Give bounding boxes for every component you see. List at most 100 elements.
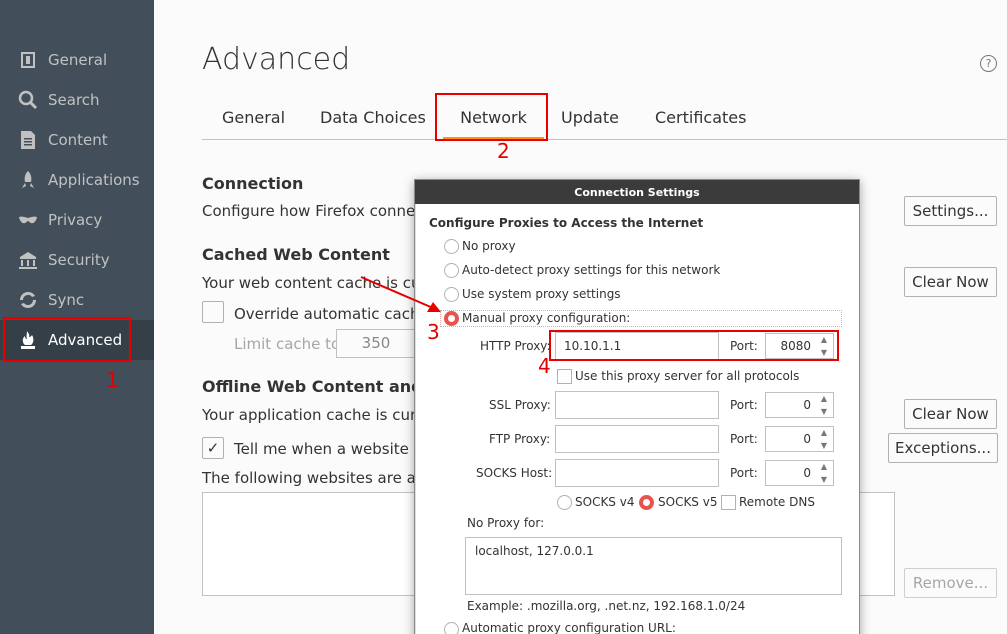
tab-bar: General Data Choices Network Update Cert…	[202, 96, 1007, 140]
ssl-port-label: Port:	[730, 398, 758, 412]
socks-port-value: 0	[803, 466, 811, 480]
connection-description: Configure how Firefox connect	[202, 202, 430, 220]
content-icon	[17, 129, 39, 151]
dialog-title: Connection Settings	[415, 180, 859, 204]
sidebar-item-sync[interactable]: Sync	[0, 280, 154, 320]
cache-heading: Cached Web Content	[202, 245, 390, 264]
ssl-port-input[interactable]: 0 ▲ ▼	[765, 392, 834, 418]
http-port-input[interactable]: 8080 ▲ ▼	[765, 333, 834, 359]
sidebar-item-content[interactable]: Content	[0, 120, 154, 160]
no-proxy-for-label: No Proxy for:	[467, 516, 545, 530]
tab-network[interactable]: Network	[443, 96, 544, 140]
settings-button[interactable]: Settings...	[904, 196, 997, 226]
general-icon	[17, 49, 39, 71]
privacy-icon	[17, 209, 39, 231]
use-all-protocols-checkbox[interactable]	[557, 369, 572, 384]
http-proxy-input[interactable]: 10.10.1.1	[555, 332, 719, 360]
port-spinner-icon[interactable]: ▲ ▼	[817, 428, 831, 450]
applications-icon	[17, 169, 39, 191]
sidebar-item-label: Applications	[48, 171, 140, 189]
sidebar-item-search[interactable]: Search	[0, 80, 154, 120]
remote-dns-checkbox[interactable]	[721, 495, 736, 510]
tell-me-label: Tell me when a website as	[234, 440, 431, 458]
annotation-number-1: 1	[106, 368, 119, 392]
sidebar-item-label: Search	[48, 91, 100, 109]
ssl-proxy-input[interactable]	[555, 391, 719, 419]
ftp-port-input[interactable]: 0 ▲ ▼	[765, 426, 834, 452]
http-port-label: Port:	[730, 339, 758, 353]
socks-host-input[interactable]	[555, 459, 719, 487]
use-all-protocols-label: Use this proxy server for all protocols	[575, 369, 800, 383]
clear-offline-button[interactable]: Clear Now	[904, 399, 997, 429]
sidebar-item-advanced[interactable]: Advanced	[0, 320, 154, 360]
system-proxy-label: Use system proxy settings	[462, 287, 621, 301]
search-icon	[17, 89, 39, 111]
connection-heading: Connection	[202, 174, 304, 193]
ftp-port-label: Port:	[730, 432, 758, 446]
manual-proxy-label: Manual proxy configuration:	[462, 311, 631, 325]
no-proxy-for-input[interactable]: localhost, 127.0.0.1	[465, 537, 842, 595]
sidebar-item-label: Content	[48, 131, 108, 149]
remove-button[interactable]: Remove...	[904, 568, 997, 598]
tell-me-checkbox[interactable]: ✓	[202, 437, 224, 459]
system-proxy-radio[interactable]	[444, 287, 459, 302]
http-port-value: 8080	[780, 339, 811, 353]
tab-certificates[interactable]: Certificates	[655, 96, 746, 140]
manual-proxy-radio[interactable]	[444, 311, 459, 326]
sidebar-item-label: Advanced	[48, 331, 123, 349]
sidebar-item-label: Privacy	[48, 211, 103, 229]
socks-host-label: SOCKS Host:	[476, 466, 553, 480]
limit-cache-label: Limit cache to	[234, 335, 341, 353]
clear-cache-button[interactable]: Clear Now	[904, 267, 997, 297]
auto-config-radio[interactable]	[444, 622, 459, 634]
no-proxy-radio[interactable]	[444, 239, 459, 254]
sidebar-item-privacy[interactable]: Privacy	[0, 200, 154, 240]
port-spinner-icon[interactable]: ▲ ▼	[817, 335, 831, 357]
socks-port-label: Port:	[730, 466, 758, 480]
annotation-number-3: 3	[427, 320, 440, 344]
sidebar-item-label: Security	[48, 251, 110, 269]
annotation-arrow	[360, 276, 441, 312]
socks-v4-label: SOCKS v4	[575, 495, 635, 509]
socks-v5-radio[interactable]	[639, 495, 654, 510]
offline-heading: Offline Web Content and U	[202, 377, 442, 396]
port-spinner-icon[interactable]: ▲ ▼	[817, 394, 831, 416]
page-title: Advanced	[202, 42, 351, 77]
sidebar-item-applications[interactable]: Applications	[0, 160, 154, 200]
exceptions-button[interactable]: Exceptions...	[888, 433, 998, 463]
offline-description: Your application cache is curre	[202, 406, 431, 424]
socks-v4-radio[interactable]	[557, 495, 572, 510]
advanced-icon	[17, 329, 39, 351]
ssl-proxy-label: SSL Proxy:	[489, 398, 551, 412]
sidebar-item-general[interactable]: General	[0, 40, 154, 80]
socks-v5-label: SOCKS v5	[658, 495, 718, 509]
sidebar-item-label: General	[48, 51, 108, 69]
override-cache-checkbox[interactable]	[202, 301, 224, 323]
sidebar-item-label: Sync	[48, 291, 85, 309]
tab-data-choices[interactable]: Data Choices	[320, 96, 426, 140]
ssl-port-value: 0	[803, 398, 811, 412]
no-proxy-example: Example: .mozilla.org, .net.nz, 192.168.…	[467, 599, 746, 613]
ftp-proxy-input[interactable]	[555, 425, 719, 453]
sidebar-item-security[interactable]: Security	[0, 240, 154, 280]
sidebar: General Search Content Applications Priv…	[0, 0, 154, 634]
annotation-number-4: 4	[538, 354, 551, 378]
tab-general[interactable]: General	[222, 96, 285, 140]
port-spinner-icon[interactable]: ▲ ▼	[817, 462, 831, 484]
security-icon	[17, 249, 39, 271]
auto-config-label: Automatic proxy configuration URL:	[462, 621, 676, 634]
cache-size-field[interactable]: 350	[336, 329, 416, 358]
remote-dns-label: Remote DNS	[739, 495, 815, 509]
sync-icon	[17, 289, 39, 311]
auto-detect-radio[interactable]	[444, 263, 459, 278]
auto-detect-label: Auto-detect proxy settings for this netw…	[462, 263, 721, 277]
following-websites-label: The following websites are allo	[202, 469, 434, 487]
http-proxy-label: HTTP Proxy:	[480, 339, 551, 353]
ftp-port-value: 0	[803, 432, 811, 446]
socks-port-input[interactable]: 0 ▲ ▼	[765, 460, 834, 486]
proxy-heading: Configure Proxies to Access the Internet	[429, 216, 704, 230]
tab-update[interactable]: Update	[561, 96, 619, 140]
no-proxy-label: No proxy	[462, 239, 516, 253]
annotation-number-2: 2	[497, 139, 510, 163]
help-icon[interactable]: ?	[980, 55, 997, 72]
